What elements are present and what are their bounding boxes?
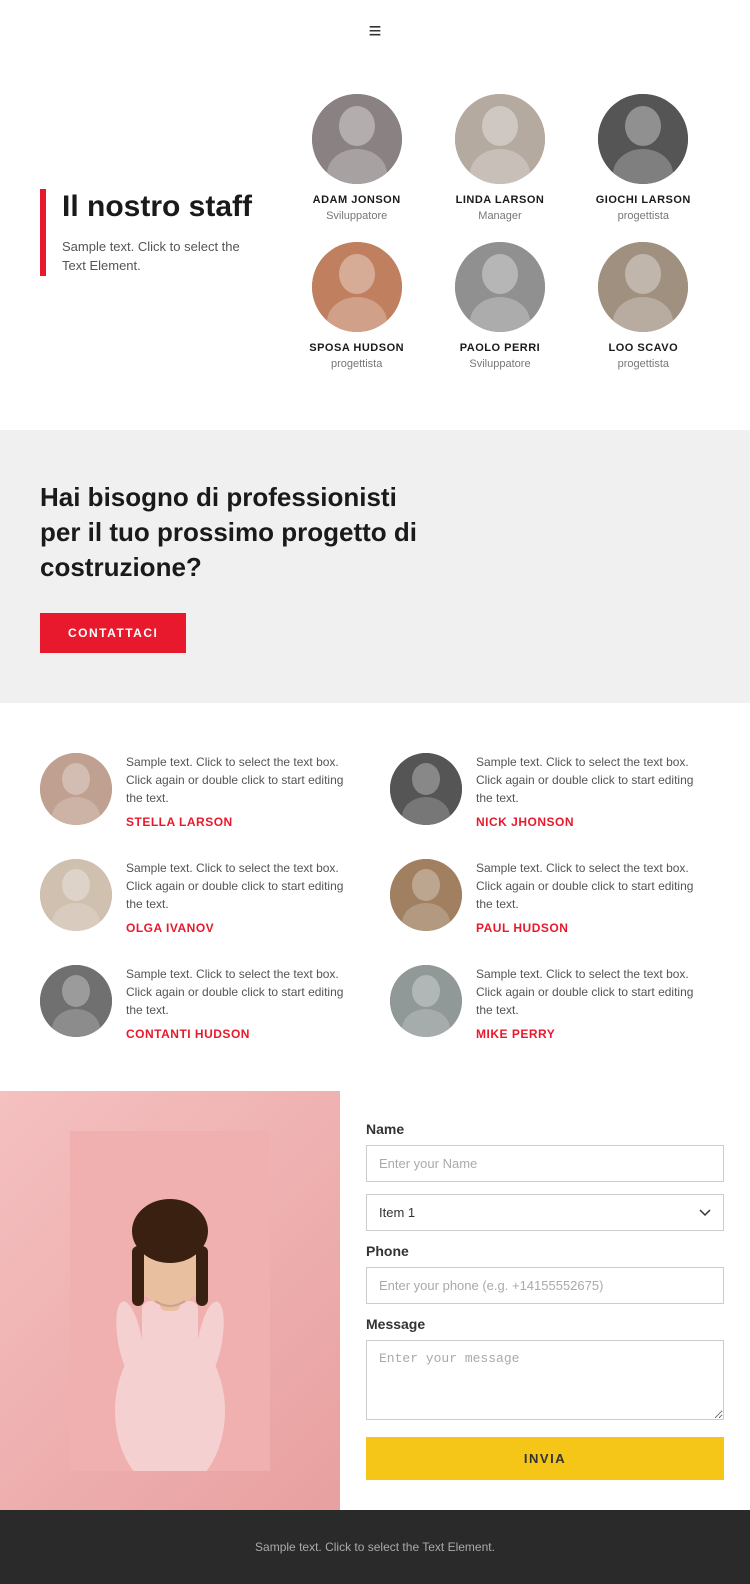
staff-member-role: Manager [478, 210, 521, 222]
team-member-avatar [40, 965, 112, 1037]
contact-section: Name Item 1Item 2Item 3 Phone Message IN… [0, 1091, 750, 1510]
staff-card: LINDA LARSON Manager [433, 94, 566, 222]
cta-title: Hai bisogno di professionisti per il tuo… [40, 480, 440, 585]
team-member-name: MIKE PERRY [476, 1027, 710, 1041]
staff-card: SPOSA HUDSON progettista [290, 242, 423, 370]
team-member-desc: Sample text. Click to select the text bo… [126, 965, 360, 1019]
team-member-card: Sample text. Click to select the text bo… [40, 965, 360, 1041]
footer: Sample text. Click to select the Text El… [0, 1510, 750, 1584]
team-member-name: NICK JHONSON [476, 815, 710, 829]
team-list-section: Sample text. Click to select the text bo… [0, 703, 750, 1091]
staff-avatar [455, 242, 545, 332]
contact-form-wrapper: Name Item 1Item 2Item 3 Phone Message IN… [340, 1091, 750, 1510]
staff-member-role: progettista [618, 358, 669, 370]
team-member-card: Sample text. Click to select the text bo… [390, 859, 710, 935]
staff-avatar [598, 242, 688, 332]
team-member-desc: Sample text. Click to select the text bo… [476, 753, 710, 807]
staff-card: LOO SCAVO progettista [577, 242, 710, 370]
team-member-card: Sample text. Click to select the text bo… [390, 965, 710, 1041]
team-member-avatar [390, 753, 462, 825]
staff-member-name: LINDA LARSON [456, 194, 545, 206]
staff-card: GIOCHI LARSON progettista [577, 94, 710, 222]
contact-image [0, 1091, 340, 1510]
team-member-info: Sample text. Click to select the text bo… [126, 859, 360, 935]
team-member-card: Sample text. Click to select the text bo… [40, 753, 360, 829]
staff-member-name: GIOCHI LARSON [596, 194, 691, 206]
staff-section: Il nostro staff Sample text. Click to se… [0, 54, 750, 430]
team-member-desc: Sample text. Click to select the text bo… [126, 859, 360, 913]
team-member-desc: Sample text. Click to select the text bo… [476, 965, 710, 1019]
item-select[interactable]: Item 1Item 2Item 3 [366, 1194, 724, 1231]
staff-grid: ADAM JONSON Sviluppatore LINDA LARSON Ma… [290, 94, 710, 370]
staff-member-name: PAOLO PERRI [460, 342, 540, 354]
team-member-desc: Sample text. Click to select the text bo… [476, 859, 710, 913]
team-member-card: Sample text. Click to select the text bo… [390, 753, 710, 829]
team-member-name: STELLA LARSON [126, 815, 360, 829]
staff-left-block: Il nostro staff Sample text. Click to se… [40, 94, 260, 370]
name-input[interactable] [366, 1145, 724, 1182]
team-member-desc: Sample text. Click to select the text bo… [126, 753, 360, 807]
staff-subtitle: Sample text. Click to select the Text El… [62, 237, 260, 276]
phone-label: Phone [366, 1243, 724, 1259]
phone-input[interactable] [366, 1267, 724, 1304]
staff-card: ADAM JONSON Sviluppatore [290, 94, 423, 222]
team-member-avatar [40, 753, 112, 825]
team-member-name: CONTANTI HUDSON [126, 1027, 360, 1041]
team-member-info: Sample text. Click to select the text bo… [476, 753, 710, 829]
team-member-info: Sample text. Click to select the text bo… [476, 965, 710, 1041]
staff-member-name: ADAM JONSON [313, 194, 401, 206]
team-member-info: Sample text. Click to select the text bo… [126, 753, 360, 829]
staff-avatar [455, 94, 545, 184]
team-member-info: Sample text. Click to select the text bo… [476, 859, 710, 935]
team-member-avatar [40, 859, 112, 931]
header: ≡ [0, 0, 750, 54]
submit-button[interactable]: INVIA [366, 1437, 724, 1480]
team-member-avatar [390, 859, 462, 931]
staff-member-name: LOO SCAVO [608, 342, 678, 354]
staff-card: PAOLO PERRI Sviluppatore [433, 242, 566, 370]
name-label: Name [366, 1121, 724, 1137]
hamburger-menu-icon[interactable]: ≡ [369, 18, 382, 44]
team-member-name: OLGA IVANOV [126, 921, 360, 935]
staff-member-role: Sviluppatore [326, 210, 387, 222]
staff-member-role: progettista [331, 358, 382, 370]
staff-member-role: progettista [618, 210, 669, 222]
staff-avatar [312, 94, 402, 184]
message-textarea[interactable] [366, 1340, 724, 1420]
footer-text: Sample text. Click to select the Text El… [40, 1540, 710, 1554]
staff-title: Il nostro staff [62, 189, 260, 225]
cta-section: Hai bisogno di professionisti per il tuo… [0, 430, 750, 703]
team-member-card: Sample text. Click to select the text bo… [40, 859, 360, 935]
contattaci-button[interactable]: CONTATTACI [40, 613, 186, 653]
team-list-grid: Sample text. Click to select the text bo… [40, 753, 710, 1041]
staff-avatar [598, 94, 688, 184]
staff-member-role: Sviluppatore [469, 358, 530, 370]
team-member-info: Sample text. Click to select the text bo… [126, 965, 360, 1041]
team-member-name: PAUL HUDSON [476, 921, 710, 935]
staff-member-name: SPOSA HUDSON [309, 342, 404, 354]
staff-avatar [312, 242, 402, 332]
woman-illustration [70, 1131, 270, 1471]
team-member-avatar [390, 965, 462, 1037]
message-label: Message [366, 1316, 724, 1332]
